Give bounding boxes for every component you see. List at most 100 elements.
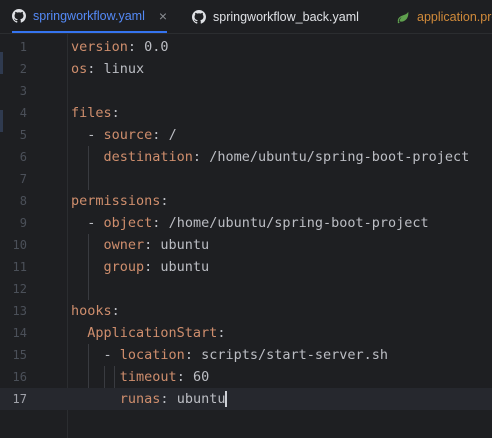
yaml-value: / — [168, 127, 177, 143]
code-line[interactable]: 15 - location: scripts/start-server.sh — [0, 344, 492, 366]
yaml-key: version — [71, 39, 128, 55]
yaml-value: 0.0 — [144, 39, 169, 55]
yaml-key: runas — [119, 391, 161, 407]
yaml-separator: : — [127, 39, 145, 55]
yaml-indent — [71, 259, 104, 275]
yaml-indent — [71, 369, 120, 385]
yaml-key: timeout — [119, 369, 177, 385]
code-text: hooks: — [71, 303, 120, 319]
code-line[interactable]: 14 ApplicationStart: — [0, 322, 492, 344]
code-text: os: linux — [71, 61, 144, 77]
code-line[interactable]: 9 - object: /home/ubuntu/spring-boot-pro… — [0, 212, 492, 234]
code-text: destination: /home/ubuntu/spring-boot-pr… — [71, 149, 470, 165]
line-number: 2 — [19, 62, 27, 76]
yaml-key: owner — [103, 237, 145, 253]
yaml-value: ubuntu — [160, 237, 210, 253]
line-number: 13 — [12, 304, 27, 318]
code-line[interactable]: 13 hooks: — [0, 300, 492, 322]
code-line[interactable]: 4 files: — [0, 102, 492, 124]
line-number: 5 — [19, 128, 27, 142]
tab-springworkflow-back-yaml[interactable]: springworkflow_back.yaml — [192, 0, 359, 33]
yaml-indent: - — [71, 347, 120, 363]
text-cursor — [225, 391, 227, 407]
code-text: owner: ubuntu — [71, 237, 210, 253]
yaml-value: 60 — [192, 369, 210, 385]
yaml-key: ApplicationStart — [87, 325, 218, 341]
yaml-value: linux — [103, 61, 145, 77]
line-number: 7 — [19, 172, 27, 186]
code-text: - object: /home/ubuntu/spring-boot-proje… — [71, 215, 429, 231]
close-tab-icon[interactable]: × — [159, 8, 167, 24]
line-number: 11 — [12, 260, 27, 274]
yaml-separator: : — [111, 303, 120, 319]
code-line[interactable]: 1 version: 0.0 — [0, 36, 492, 58]
yaml-key: hooks — [71, 303, 112, 319]
line-number: 8 — [19, 194, 27, 208]
code-line[interactable]: 11 group: ubuntu — [0, 256, 492, 278]
code-line[interactable]: 7 — [0, 168, 492, 190]
yaml-separator: : — [144, 259, 161, 275]
code-text: files: — [71, 105, 120, 121]
line-number: 3 — [19, 84, 27, 98]
yaml-separator: : — [152, 127, 169, 143]
yaml-value: ubuntu — [160, 259, 210, 275]
yaml-key: location — [119, 347, 185, 363]
tab-application-properties[interactable]: application.pro — [396, 0, 492, 33]
yaml-separator: : — [160, 193, 169, 209]
line-number: 6 — [19, 150, 27, 164]
code-line[interactable]: 5 - source: / — [0, 124, 492, 146]
yaml-key: object — [103, 215, 153, 231]
code-text: group: ubuntu — [71, 259, 210, 275]
tab-label: application.pro — [417, 9, 492, 24]
yaml-indent — [71, 325, 87, 341]
yaml-value: /home/ubuntu/spring-boot-project — [168, 215, 429, 231]
yaml-key: permissions — [71, 193, 161, 209]
yaml-key: destination — [103, 149, 193, 165]
yaml-separator: : — [184, 347, 202, 363]
code-text: - location: scripts/start-server.sh — [71, 347, 389, 363]
yaml-key: os — [71, 61, 88, 77]
yaml-separator: : — [217, 325, 226, 341]
yaml-value: scripts/start-server.sh — [201, 347, 389, 363]
code-line[interactable]: 6 destination: /home/ubuntu/spring-boot-… — [0, 146, 492, 168]
code-line[interactable]: 16 timeout: 60 — [0, 366, 492, 388]
yaml-separator: : — [192, 149, 210, 165]
code-text: version: 0.0 — [71, 39, 169, 55]
tab-springworkflow-yaml[interactable]: springworkflow.yaml × — [12, 0, 168, 33]
tab-label: springworkflow_back.yaml — [213, 9, 359, 24]
line-number: 15 — [12, 348, 27, 362]
line-number: 14 — [12, 326, 27, 340]
yaml-key: group — [103, 259, 145, 275]
yaml-value: /home/ubuntu/spring-boot-project — [209, 149, 470, 165]
line-number: 1 — [19, 40, 27, 54]
yaml-indent: - — [71, 127, 104, 143]
code-text: - source: / — [71, 127, 177, 143]
yaml-indent — [71, 149, 104, 165]
yaml-separator: : — [160, 391, 177, 407]
yaml-indent — [71, 237, 104, 253]
yaml-separator: : — [176, 369, 193, 385]
yaml-separator: : — [152, 215, 169, 231]
yaml-separator: : — [111, 105, 120, 121]
code-line-current[interactable]: 17 runas: ubuntu — [0, 388, 492, 410]
editor-tab-bar: springworkflow.yaml × springworkflow_bac… — [0, 0, 492, 34]
code-line[interactable]: 2 os: linux — [0, 58, 492, 80]
code-line[interactable]: 3 — [0, 80, 492, 102]
code-line[interactable]: 10 owner: ubuntu — [0, 234, 492, 256]
github-icon — [192, 9, 206, 24]
code-text: timeout: 60 — [71, 369, 209, 385]
tab-label: springworkflow.yaml — [33, 8, 145, 23]
code-text: ApplicationStart: — [71, 325, 225, 341]
code-line[interactable]: 12 — [0, 278, 492, 300]
yaml-separator: : — [144, 237, 161, 253]
line-number: 10 — [12, 238, 27, 252]
yaml-indent — [71, 391, 120, 407]
line-number: 4 — [19, 106, 27, 120]
spring-icon — [397, 11, 409, 23]
yaml-indent: - — [71, 215, 104, 231]
line-number: 17 — [12, 392, 27, 406]
line-number: 9 — [19, 216, 27, 230]
github-icon — [12, 8, 26, 23]
yaml-separator: : — [87, 61, 104, 77]
code-line[interactable]: 8 permissions: — [0, 190, 492, 212]
